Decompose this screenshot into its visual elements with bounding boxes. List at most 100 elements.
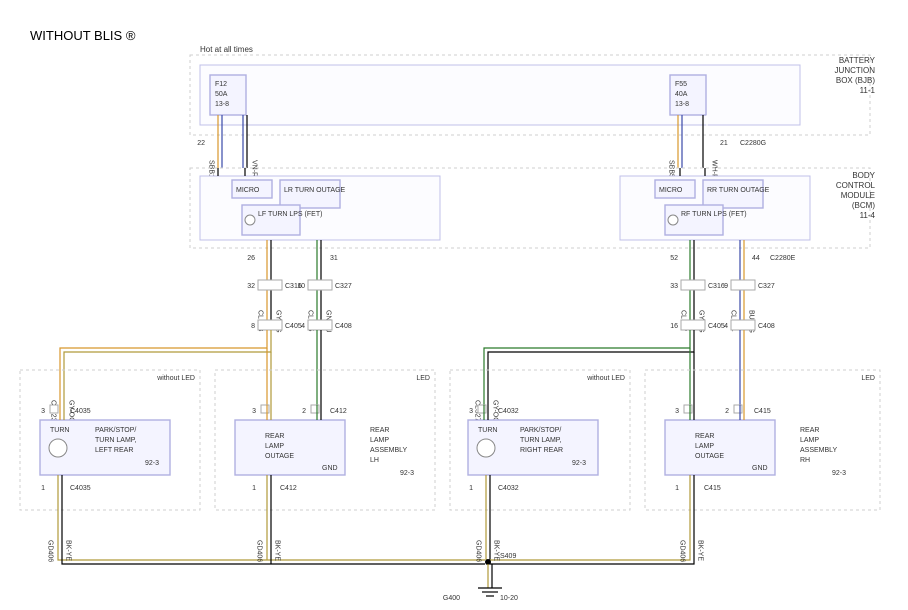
svg-text:C2280E: C2280E: [770, 255, 796, 262]
svg-text:C408: C408: [758, 323, 775, 330]
svg-text:32: 32: [247, 283, 255, 290]
svg-text:LAMP: LAMP: [265, 443, 284, 450]
svg-text:TURN: TURN: [50, 427, 69, 434]
svg-text:40A: 40A: [675, 91, 688, 98]
bjb-label-2: JUNCTION: [835, 66, 876, 75]
wire-branch-right-green: [484, 330, 690, 405]
svg-text:92-3: 92-3: [572, 460, 586, 467]
svg-text:LED: LED: [416, 375, 430, 382]
svg-text:C327: C327: [335, 283, 352, 290]
svg-text:92-3: 92-3: [832, 470, 846, 477]
svg-text:16: 16: [670, 323, 678, 330]
wiring-diagram: WITHOUT BLIS ® BATTERY JUNCTION BOX (BJB…: [0, 0, 908, 610]
bjb-label-3: BOX (BJB): [836, 76, 875, 85]
svg-text:F12: F12: [215, 81, 227, 88]
svg-text:3: 3: [675, 408, 679, 415]
bjb-inner: [200, 65, 800, 125]
svg-text:2: 2: [302, 408, 306, 415]
bjb-label-1: BATTERY: [839, 56, 876, 65]
svg-text:1: 1: [41, 485, 45, 492]
hot-note: Hot at all times: [200, 45, 253, 54]
svg-text:ASSEMBLY: ASSEMBLY: [800, 447, 838, 454]
svg-text:RIGHT REAR: RIGHT REAR: [520, 447, 563, 454]
svg-text:C405: C405: [285, 323, 302, 330]
svg-text:TURN LAMP,: TURN LAMP,: [95, 437, 137, 444]
svg-text:31: 31: [330, 255, 338, 262]
svg-text:22: 22: [197, 140, 205, 147]
svg-text:MODULE: MODULE: [841, 191, 875, 200]
svg-text:10-20: 10-20: [500, 595, 518, 602]
svg-text:BODY: BODY: [852, 171, 875, 180]
svg-text:33: 33: [670, 283, 678, 290]
svg-text:LH: LH: [370, 457, 379, 464]
svg-text:LED: LED: [861, 375, 875, 382]
svg-text:13-8: 13-8: [675, 101, 689, 108]
svg-text:3: 3: [252, 408, 256, 415]
svg-text:1: 1: [675, 485, 679, 492]
svg-text:MICRO: MICRO: [236, 187, 260, 194]
svg-text:RR TURN OUTAGE: RR TURN OUTAGE: [707, 187, 770, 194]
svg-text:LAMP: LAMP: [370, 437, 389, 444]
svg-text:GD406: GD406: [475, 540, 482, 562]
svg-text:REAR: REAR: [370, 427, 389, 434]
svg-text:44: 44: [752, 255, 760, 262]
svg-text:REAR: REAR: [265, 433, 284, 440]
svg-text:GD406: GD406: [47, 540, 54, 562]
svg-text:4: 4: [724, 323, 728, 330]
svg-text:G400: G400: [443, 595, 460, 602]
svg-text:11-4: 11-4: [860, 211, 876, 220]
svg-text:S409: S409: [500, 553, 516, 560]
svg-text:GND: GND: [752, 465, 768, 472]
svg-text:GD406: GD406: [256, 540, 263, 562]
svg-text:C4032: C4032: [498, 485, 519, 492]
svg-text:GND: GND: [322, 465, 338, 472]
diagram-title: WITHOUT BLIS ®: [30, 28, 136, 43]
svg-text:BK-YE: BK-YE: [493, 540, 500, 561]
svg-text:50A: 50A: [215, 91, 228, 98]
svg-text:C408: C408: [335, 323, 352, 330]
svg-text:C415: C415: [754, 408, 771, 415]
svg-text:1: 1: [252, 485, 256, 492]
svg-text:LF TURN LPS (FET): LF TURN LPS (FET): [258, 211, 322, 218]
svg-text:C4032: C4032: [498, 408, 519, 415]
svg-text:1: 1: [469, 485, 473, 492]
svg-text:PARK/STOP/: PARK/STOP/: [95, 427, 136, 434]
svg-text:9: 9: [724, 283, 728, 290]
svg-text:LAMP: LAMP: [800, 437, 819, 444]
svg-text:TURN LAMP,: TURN LAMP,: [520, 437, 562, 444]
svg-text:C405: C405: [708, 323, 725, 330]
svg-text:(BCM): (BCM): [852, 201, 875, 210]
svg-text:REAR: REAR: [800, 427, 819, 434]
svg-text:C415: C415: [704, 485, 721, 492]
svg-text:2: 2: [725, 408, 729, 415]
svg-text:RF TURN LPS (FET): RF TURN LPS (FET): [681, 211, 747, 218]
svg-text:REAR: REAR: [695, 433, 714, 440]
svg-text:LR TURN OUTAGE: LR TURN OUTAGE: [284, 187, 346, 194]
bjb-page: 11-1: [860, 86, 876, 95]
svg-text:C327: C327: [758, 283, 775, 290]
svg-text:BK-YE: BK-YE: [697, 540, 704, 561]
svg-text:C4035: C4035: [70, 408, 91, 415]
svg-text:LAMP: LAMP: [695, 443, 714, 450]
svg-text:21: 21: [720, 140, 728, 147]
svg-text:BK-YE: BK-YE: [274, 540, 281, 561]
svg-text:92-3: 92-3: [400, 470, 414, 477]
svg-text:OUTAGE: OUTAGE: [695, 453, 724, 460]
svg-text:C2280G: C2280G: [740, 140, 766, 147]
svg-text:without LED: without LED: [156, 375, 195, 382]
wire-branch-left-orange: [60, 330, 267, 405]
svg-text:10: 10: [297, 283, 305, 290]
svg-text:C4035: C4035: [70, 485, 91, 492]
svg-text:CONTROL: CONTROL: [836, 181, 876, 190]
svg-text:3: 3: [41, 408, 45, 415]
svg-text:BK-YE: BK-YE: [65, 540, 72, 561]
svg-text:52: 52: [670, 255, 678, 262]
svg-text:F55: F55: [675, 81, 687, 88]
svg-text:C412: C412: [330, 408, 347, 415]
svg-text:GD406: GD406: [679, 540, 686, 562]
svg-text:OUTAGE: OUTAGE: [265, 453, 294, 460]
svg-text:8: 8: [251, 323, 255, 330]
svg-text:PARK/STOP/: PARK/STOP/: [520, 427, 561, 434]
svg-text:C316: C316: [708, 283, 725, 290]
svg-text:C412: C412: [280, 485, 297, 492]
